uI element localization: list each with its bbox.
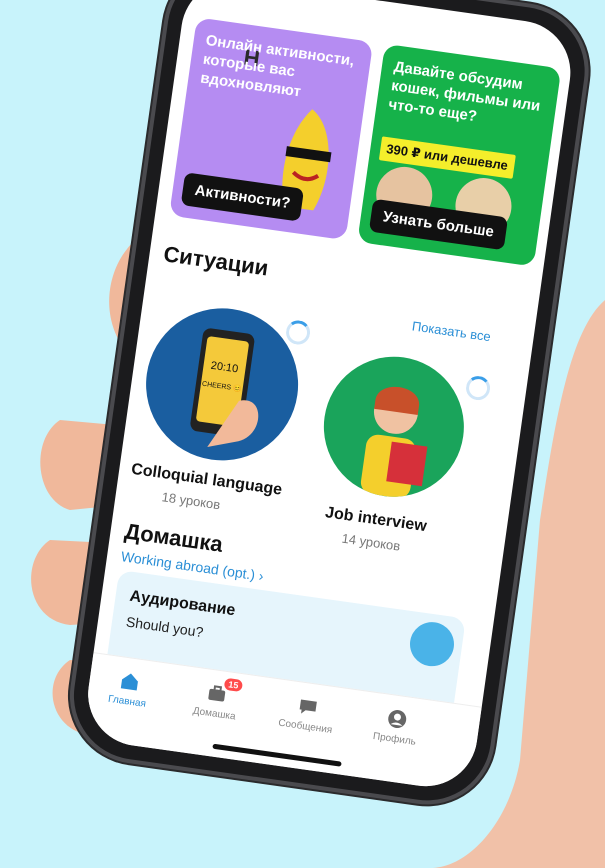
- tab-profile[interactable]: Профиль: [354, 703, 438, 751]
- banner-activities-text: Онлайн активности, которые вас вдохновля…: [199, 31, 356, 101]
- home-icon: [120, 673, 138, 691]
- progress-ring-icon: [464, 374, 492, 402]
- chat-icon: [299, 699, 317, 714]
- tab-label: Главная: [107, 693, 147, 710]
- tab-label: Сообщения: [277, 717, 333, 737]
- woman-with-folder-illustration: [360, 386, 428, 498]
- situation-title: Job interview: [324, 504, 428, 536]
- situation-card-colloquial[interactable]: 20:10 CHEERS 😊: [136, 298, 308, 471]
- smartphone-illustration: 20:10 CHEERS 😊: [190, 328, 259, 447]
- progress-ring-icon: [284, 318, 312, 347]
- tab-label: Профиль: [372, 730, 417, 748]
- chevron-right-icon: ›: [257, 567, 265, 584]
- situation-title: Colloquial language: [130, 460, 284, 499]
- banner-chat-text: Давайте обсудим кошек, фильмы или что-то…: [387, 58, 542, 126]
- situation-subtitle: 14 уроков: [340, 530, 402, 554]
- tab-home[interactable]: Главная: [87, 665, 171, 713]
- show-all-link[interactable]: Показать все: [411, 318, 492, 344]
- situation-subtitle: 18 уроков: [160, 489, 222, 513]
- homework-thumbnail: [407, 619, 457, 670]
- promo-banners: Н Онлайн активности, которые вас вдохнов…: [169, 17, 563, 267]
- tab-homework[interactable]: 15 Домашка: [174, 677, 258, 725]
- profile-icon: [388, 710, 407, 729]
- home-indicator[interactable]: [212, 743, 342, 767]
- situations-title: Ситуации: [162, 241, 270, 281]
- situation-card-job[interactable]: [314, 347, 473, 506]
- homework-card-text: Should you?: [125, 613, 205, 641]
- banner-activities[interactable]: Н Онлайн активности, которые вас вдохнов…: [169, 17, 374, 241]
- tab-messages[interactable]: Сообщения: [265, 690, 349, 738]
- banner-chat[interactable]: Давайте обсудим кошек, фильмы или что-то…: [357, 43, 562, 267]
